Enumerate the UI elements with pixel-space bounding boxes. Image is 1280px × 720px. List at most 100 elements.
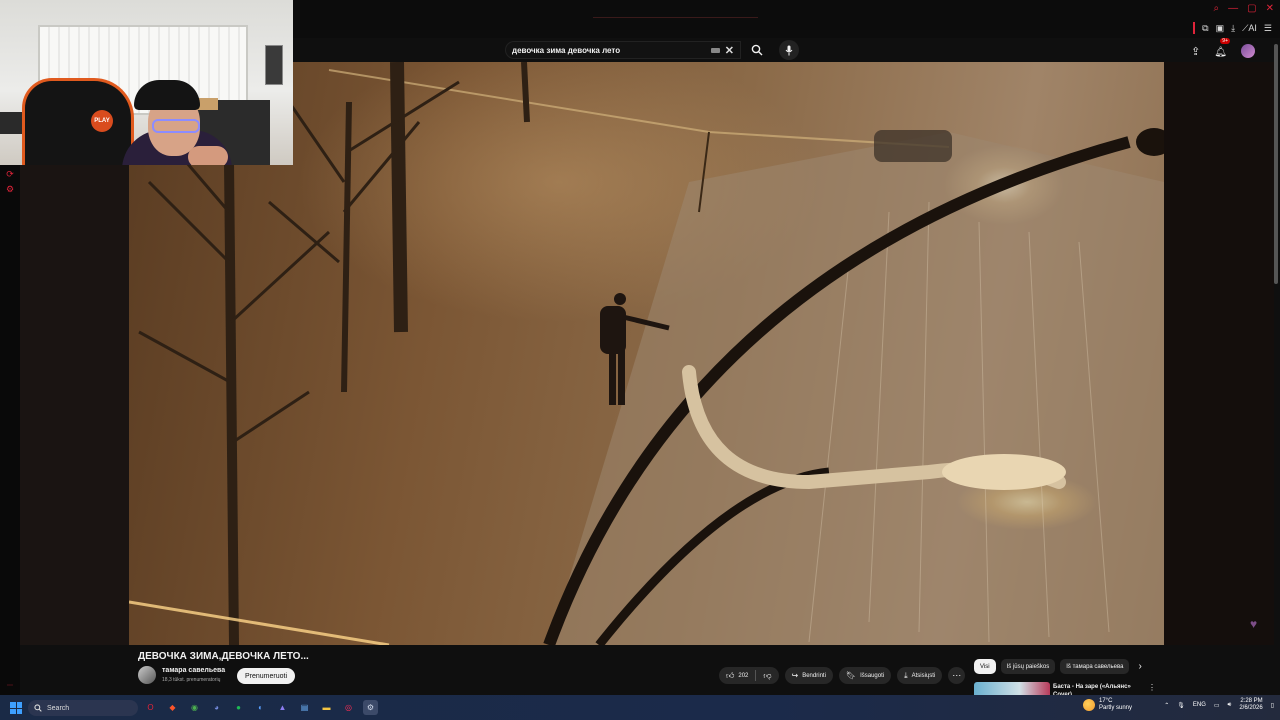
- thumbs-up-icon[interactable]: 👍︎: [726, 671, 734, 681]
- puzzle-icon[interactable]: ⧉: [1202, 23, 1208, 34]
- like-count[interactable]: 202: [738, 673, 748, 679]
- weather-desc: Partly sunny: [1099, 705, 1133, 711]
- settings-app-icon[interactable]: ⚙: [363, 700, 378, 715]
- notepad-icon[interactable]: ▤: [297, 700, 312, 715]
- maximize-icon[interactable]: ▢: [1247, 3, 1256, 14]
- download-icon[interactable]: ⤓: [1231, 23, 1235, 34]
- notification-center-icon[interactable]: ▯: [1271, 702, 1274, 709]
- subscribe-button[interactable]: Prenumeruoti: [237, 668, 296, 684]
- kebab-menu-icon[interactable]: ⋮: [1148, 683, 1156, 692]
- upload-icon[interactable]: ⇪: [1191, 45, 1200, 58]
- close-window-icon[interactable]: ✕: [1266, 3, 1274, 14]
- chip-from-search[interactable]: Iš jūsų paieškos: [1000, 659, 1056, 674]
- share-button[interactable]: ↪ Bendrinti: [784, 667, 833, 684]
- notification-badge: 9+: [1220, 38, 1230, 44]
- window-controls: ⌕ — ▢ ✕: [1214, 3, 1274, 14]
- menu-icon[interactable]: ☰: [1264, 23, 1272, 34]
- video-letterbox-right: [1164, 62, 1274, 645]
- thumbs-down-icon[interactable]: 👎︎: [763, 671, 771, 681]
- brave-icon[interactable]: ◆: [165, 700, 180, 715]
- header-actions: ⇪ 🔔︎ 9+: [1191, 38, 1255, 60]
- gaming-chair: [22, 78, 134, 165]
- wifi-icon[interactable]: ▭: [1214, 702, 1220, 709]
- clock[interactable]: 2:28 PM 2/6/2026: [1239, 698, 1262, 712]
- video-title: ДЕВОЧКА ЗИМА,ДЕВОЧКА ЛЕТО...: [138, 651, 309, 662]
- extensions-bar: ⧉ ▣ ⤓ ⟋AI ☰: [1193, 22, 1272, 34]
- chip-all[interactable]: Visi: [974, 659, 996, 674]
- opera-gx-icon[interactable]: ◎: [341, 700, 356, 715]
- opera-icon[interactable]: O: [143, 700, 158, 715]
- windows-start-icon[interactable]: [10, 702, 22, 714]
- chip-from-channel[interactable]: Iš тамара савельева: [1060, 659, 1130, 674]
- recommended-thumbnail[interactable]: [974, 682, 1050, 695]
- search-query: девочка зима девочка лето: [512, 45, 621, 55]
- proton-icon[interactable]: ▲: [275, 700, 290, 715]
- sidebar-more-icon[interactable]: ⋯: [0, 682, 20, 689]
- taskbar-apps: O ◆ ◉ ◕ ● ◐ ▲ ▤ ▬ ◎ ⚙: [143, 700, 378, 715]
- divider: [755, 670, 757, 681]
- settings-gear-icon[interactable]: ⚙: [0, 184, 20, 195]
- cap: [134, 80, 200, 110]
- lamp-head-upper: [1136, 128, 1164, 156]
- bookmark-icon: 🔖︎: [845, 671, 857, 680]
- browser-titlebar: ⌕ — ▢ ✕ ⧉ ▣ ⤓ ⟋AI ☰: [293, 0, 1280, 38]
- flow-icon[interactable]: ⟳: [0, 169, 20, 180]
- wallet-icon[interactable]: ▣: [1216, 23, 1225, 34]
- more-actions-button[interactable]: ⋯: [948, 667, 966, 684]
- file-explorer-icon[interactable]: ▬: [319, 700, 334, 715]
- weather-text: 17°C Partly sunny: [1099, 698, 1132, 712]
- tab-strip[interactable]: [593, 17, 758, 18]
- video-letterbox-left: [20, 165, 129, 645]
- account-avatar[interactable]: [1241, 44, 1255, 58]
- notifications-button[interactable]: 🔔︎ 9+: [1214, 38, 1230, 60]
- download-button[interactable]: ⤓ Atsisiųsti: [897, 667, 943, 684]
- glasses: [152, 119, 200, 133]
- channel-avatar[interactable]: [138, 666, 156, 684]
- search-input[interactable]: девочка зима девочка лето ✕: [505, 41, 741, 59]
- share-icon: ↪: [791, 671, 799, 680]
- heart-icon[interactable]: ♥: [1250, 617, 1257, 631]
- like-dislike-group: 👍︎ 202 👎︎: [719, 667, 779, 684]
- clear-search-icon[interactable]: ✕: [725, 44, 734, 57]
- ai-button[interactable]: ⟋AI: [1242, 23, 1257, 34]
- ai-label: AI: [1248, 22, 1257, 33]
- subscriber-count: 18,3 tūkst. prenumeratorių: [162, 677, 221, 683]
- weather-temp: 17°C: [1099, 698, 1113, 704]
- save-label: Išsaugoti: [860, 672, 885, 679]
- channel-name[interactable]: тамара савельева: [162, 667, 225, 674]
- keyboard-icon[interactable]: [710, 47, 720, 53]
- search-tabs-icon[interactable]: ⌕: [1214, 3, 1220, 14]
- hand: [188, 146, 228, 165]
- video-actions: 👍︎ 202 👎︎ ↪ Bendrinti 🔖︎ Išsaugoti ⤓ Ats…: [719, 667, 966, 684]
- road: [549, 132, 1164, 645]
- arc-icon[interactable]: ◐: [253, 700, 268, 715]
- page-scrollbar[interactable]: [1274, 44, 1278, 284]
- search-button[interactable]: [745, 41, 769, 59]
- search-icon: [34, 704, 42, 712]
- discord-icon[interactable]: ◕: [209, 700, 224, 715]
- weather-widget[interactable]: 17°C Partly sunny: [1083, 698, 1132, 712]
- chair-logo: PLAY: [91, 110, 113, 132]
- taskbar-search[interactable]: Search: [28, 700, 138, 716]
- chrome-icon[interactable]: ◉: [187, 700, 202, 715]
- save-button[interactable]: 🔖︎ Išsaugoti: [838, 667, 892, 684]
- divider: [1193, 22, 1196, 34]
- recommended-title[interactable]: Баста - На заре («Альянс» Cover): [1053, 683, 1148, 695]
- voice-search-button[interactable]: [779, 40, 799, 60]
- lamp-head: [942, 454, 1066, 490]
- language-indicator[interactable]: ENG: [1193, 702, 1206, 708]
- youtube-header: девочка зима девочка лето ✕ ⇪ 🔔︎ 9+: [293, 38, 1273, 62]
- partly-sunny-icon: [1083, 699, 1095, 711]
- download-icon: ⤓: [904, 670, 908, 680]
- volume-icon[interactable]: 🔊︎: [1228, 702, 1232, 709]
- taskbar-search-placeholder: Search: [47, 704, 70, 712]
- microphone-icon[interactable]: 🎙︎: [1177, 702, 1185, 709]
- date: 2/6/2026: [1239, 705, 1263, 711]
- minimize-icon[interactable]: —: [1228, 3, 1238, 14]
- screen: ⌕ — ▢ ✕ ⧉ ▣ ⤓ ⟋AI ☰ девочка зима девочка…: [0, 0, 1280, 720]
- chevron-up-icon[interactable]: ⌃: [1164, 702, 1169, 709]
- spotify-icon[interactable]: ●: [231, 700, 246, 715]
- share-label: Bendrinti: [802, 672, 826, 679]
- recommendation-chips: Visi Iš jūsų paieškos Iš тамара савельев…: [974, 659, 1142, 674]
- chevron-right-icon[interactable]: ›: [1138, 661, 1141, 672]
